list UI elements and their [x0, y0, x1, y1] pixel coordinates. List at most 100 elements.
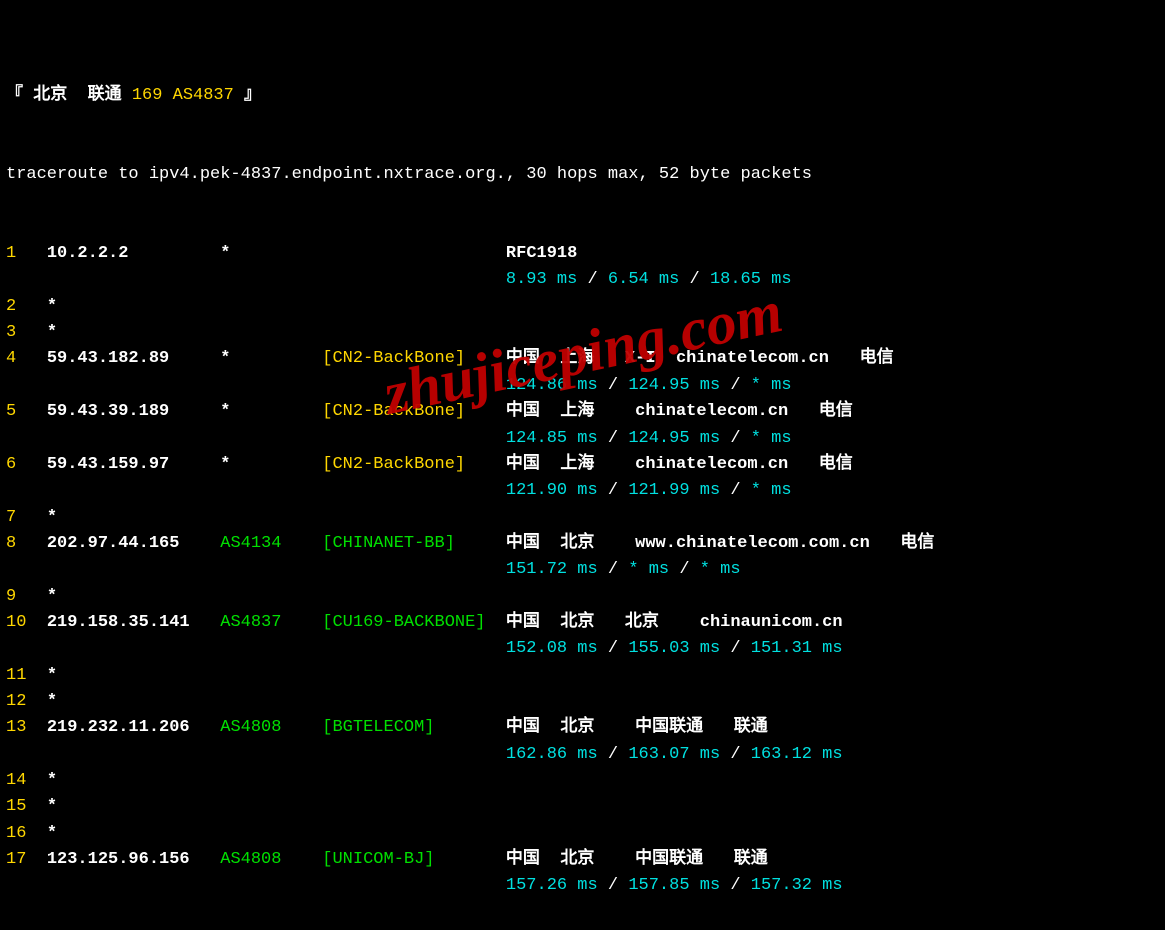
hop-row: 6 59.43.159.97 * [CN2-BackBone] 中国 上海 ch…: [6, 452, 1159, 478]
header-asn: 169 AS4837: [132, 86, 234, 105]
header-suffix: 』: [234, 86, 261, 105]
latency-3: 163.12 ms: [751, 745, 843, 764]
hop-asn: AS4134: [220, 534, 322, 553]
latency-3: 18.65 ms: [710, 270, 792, 289]
hop-latency-row: 162.86 ms / 163.07 ms / 163.12 ms: [6, 742, 1159, 768]
hop-number: 1: [6, 244, 47, 263]
hop-location: 中国 上海 X-I chinatelecom.cn 电信: [506, 349, 894, 368]
hop-timeout: *: [47, 297, 57, 316]
hop-row: 10 219.158.35.141 AS4837 [CU169-BACKBONE…: [6, 610, 1159, 636]
hop-ip: 59.43.182.89: [47, 349, 220, 368]
hop-number: 13: [6, 718, 47, 737]
latency-3: * ms: [700, 560, 741, 579]
hop-latency-row: 121.90 ms / 121.99 ms / * ms: [6, 478, 1159, 504]
hop-row: 2 *: [6, 294, 1159, 320]
latency-3: 151.31 ms: [751, 639, 843, 658]
hop-asn: AS4808: [220, 850, 322, 869]
hop-latency-row: 8.93 ms / 6.54 ms / 18.65 ms: [6, 267, 1159, 293]
hop-timeout: *: [47, 587, 57, 606]
hop-location: RFC1918: [506, 244, 577, 263]
hop-number: 5: [6, 402, 47, 421]
hop-row: 5 59.43.39.189 * [CN2-BackBone] 中国 上海 ch…: [6, 399, 1159, 425]
hop-timeout: *: [47, 824, 57, 843]
hop-row: 9 *: [6, 584, 1159, 610]
hop-number: 14: [6, 771, 47, 790]
hop-latency-row: 151.72 ms / * ms / * ms: [6, 557, 1159, 583]
hop-row: 3 *: [6, 320, 1159, 346]
hop-location: 中国 北京 www.chinatelecom.com.cn 电信: [506, 534, 934, 553]
hop-number: 10: [6, 613, 47, 632]
hop-row: 14 *: [6, 768, 1159, 794]
hop-row: 12 *: [6, 689, 1159, 715]
hop-asn: AS4808: [220, 718, 322, 737]
latency-2: 157.85 ms: [628, 876, 720, 895]
hop-timeout: *: [47, 323, 57, 342]
header-prefix: 『 北京 联通: [6, 86, 132, 105]
hop-location: 中国 上海 chinatelecom.cn 电信: [506, 455, 853, 474]
hop-asn: *: [220, 455, 322, 474]
hop-network-tag: [UNICOM-BJ]: [322, 850, 506, 869]
latency-1: 124.85 ms: [506, 429, 598, 448]
hop-number: 7: [6, 508, 47, 527]
latency-2: * ms: [628, 560, 669, 579]
hop-network-tag: [CHINANET-BB]: [322, 534, 506, 553]
hop-location: 中国 北京 中国联通 联通: [506, 850, 768, 869]
hop-number: 6: [6, 455, 47, 474]
hop-timeout: *: [47, 692, 57, 711]
hop-asn: *: [220, 349, 322, 368]
hop-latency-row: 124.85 ms / 124.95 ms / * ms: [6, 426, 1159, 452]
latency-2: 124.95 ms: [628, 429, 720, 448]
hop-timeout: *: [47, 771, 57, 790]
hop-row: 15 *: [6, 794, 1159, 820]
latency-2: 163.07 ms: [628, 745, 720, 764]
hop-row: 8 202.97.44.165 AS4134 [CHINANET-BB] 中国 …: [6, 531, 1159, 557]
latency-1: 157.26 ms: [506, 876, 598, 895]
hop-ip: 219.158.35.141: [47, 613, 220, 632]
latency-2: 121.99 ms: [628, 481, 720, 500]
hop-number: 15: [6, 797, 47, 816]
hop-number: 8: [6, 534, 47, 553]
terminal: zhujiceping.com 『 北京 联通 169 AS4837 』 tra…: [0, 0, 1165, 930]
hop-timeout: *: [47, 508, 57, 527]
hop-number: 16: [6, 824, 47, 843]
traceroute-command: traceroute to ipv4.pek-4837.endpoint.nxt…: [6, 162, 1159, 188]
hop-timeout: *: [47, 666, 57, 685]
hop-number: 17: [6, 850, 47, 869]
hop-row: 16 *: [6, 821, 1159, 847]
hop-network-tag: [CN2-BackBone]: [322, 402, 506, 421]
hop-ip: 123.125.96.156: [47, 850, 220, 869]
hop-number: 9: [6, 587, 47, 606]
hop-list: 1 10.2.2.2 * RFC1918 8.93 ms / 6.54 ms /…: [6, 241, 1159, 900]
hop-timeout: *: [47, 797, 57, 816]
hop-latency-row: 152.08 ms / 155.03 ms / 151.31 ms: [6, 636, 1159, 662]
latency-3: * ms: [751, 429, 792, 448]
hop-row: 1 10.2.2.2 * RFC1918: [6, 241, 1159, 267]
hop-number: 4: [6, 349, 47, 368]
hop-asn: AS4837: [220, 613, 322, 632]
latency-1: 8.93 ms: [506, 270, 577, 289]
hop-ip: 202.97.44.165: [47, 534, 220, 553]
hop-number: 11: [6, 666, 47, 685]
latency-2: 124.95 ms: [628, 376, 720, 395]
hop-row: 7 *: [6, 505, 1159, 531]
latency-3: * ms: [751, 376, 792, 395]
latency-2: 6.54 ms: [608, 270, 679, 289]
hop-ip: 59.43.39.189: [47, 402, 220, 421]
hop-row: 11 *: [6, 663, 1159, 689]
hop-row: 13 219.232.11.206 AS4808 [BGTELECOM] 中国 …: [6, 715, 1159, 741]
hop-asn: *: [220, 402, 322, 421]
hop-number: 2: [6, 297, 47, 316]
latency-1: 152.08 ms: [506, 639, 598, 658]
hop-row: 4 59.43.182.89 * [CN2-BackBone] 中国 上海 X-…: [6, 346, 1159, 372]
hop-latency-row: 124.86 ms / 124.95 ms / * ms: [6, 373, 1159, 399]
hop-number: 3: [6, 323, 47, 342]
latency-1: 121.90 ms: [506, 481, 598, 500]
hop-network-tag: [CU169-BACKBONE]: [322, 613, 506, 632]
latency-1: 162.86 ms: [506, 745, 598, 764]
hop-latency-row: 157.26 ms / 157.85 ms / 157.32 ms: [6, 873, 1159, 899]
hop-network-tag: [BGTELECOM]: [322, 718, 506, 737]
latency-3: 157.32 ms: [751, 876, 843, 895]
hop-location: 中国 上海 chinatelecom.cn 电信: [506, 402, 853, 421]
latency-1: 151.72 ms: [506, 560, 598, 579]
hop-network-tag: [CN2-BackBone]: [322, 455, 506, 474]
